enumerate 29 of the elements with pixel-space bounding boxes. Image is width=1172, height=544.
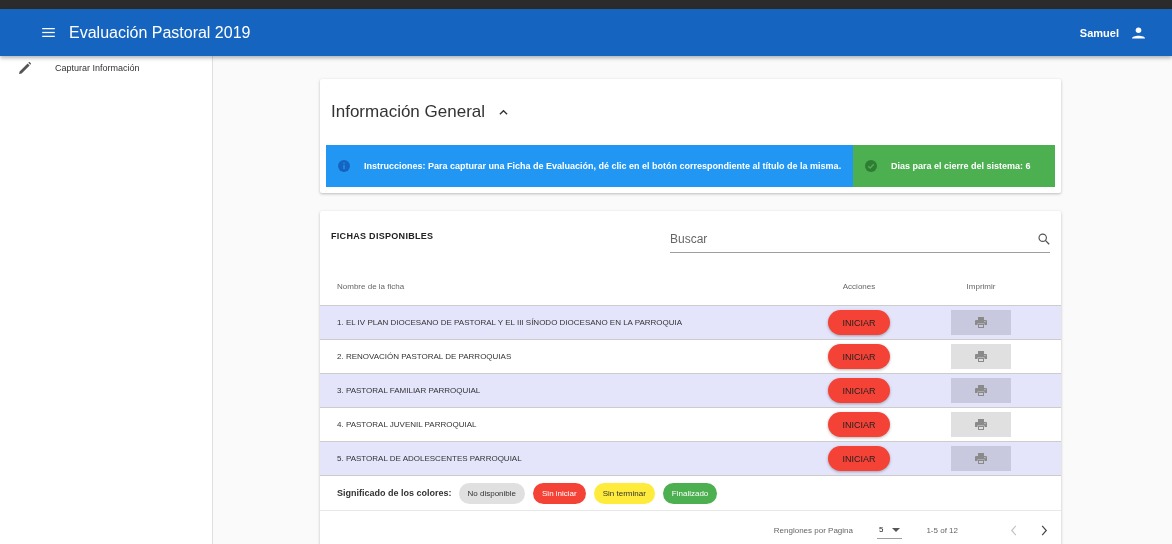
start-button[interactable]: INICIAR — [828, 344, 890, 369]
days-text: Dias para el cierre del sistema: 6 — [891, 161, 1031, 171]
table-cell-text: 1. EL IV PLAN DIOCESANO DE PASTORAL Y EL III SÍNODO DIOCESANO EN LA PARROQUIA — [337, 318, 684, 327]
start-button[interactable]: INICIAR — [828, 310, 890, 335]
sidebar-item[interactable]: Capturar Información — [0, 52, 212, 84]
column-header: Acciones — [841, 281, 877, 291]
app-title: Evaluación Pastoral 2019 — [69, 23, 251, 42]
column-header: Nombre de la ficha — [337, 281, 406, 291]
legend-chip: Sin iniciar — [533, 482, 586, 504]
start-button[interactable]: INICIAR — [828, 412, 890, 437]
rows-per-page-label: Renglones por Pagina — [773, 525, 853, 535]
legend-chip: No disponible — [458, 482, 525, 504]
start-button[interactable]: INICIAR — [828, 446, 890, 471]
table-cell-text: 3. PASTORAL FAMILIAR PARROQUIAL — [337, 386, 482, 395]
start-button[interactable]: INICIAR — [828, 378, 890, 403]
column-header: Imprimir — [965, 281, 997, 291]
legend-chip: Finalizado — [662, 482, 718, 504]
search-field[interactable]: Buscar — [670, 227, 1038, 250]
page-range: 1-5 of 12 — [926, 525, 958, 535]
table-cell-text: 4. PASTORAL JUVENIL PARROQUIAL — [337, 420, 478, 429]
info-text: Instrucciones: Para capturar una Ficha de Evaluación, dé clic en el botón correspondiente al título de la misma. — [364, 161, 842, 171]
table-cell-text: 5. PASTORAL DE ADOLESCENTES PARROQUIAL — [337, 454, 523, 463]
section-title: Información General — [331, 102, 486, 122]
table-title: FICHAS DISPONIBLES — [331, 231, 434, 241]
table-cell-text: 2. RENOVACIÓN PASTORAL DE PARROQUIAS — [337, 352, 513, 361]
user-name: Samuel — [1079, 26, 1119, 39]
rows-per-page-select[interactable]: 5 — [876, 521, 903, 539]
legend-chip: Sin terminar — [593, 482, 655, 504]
legend-label: Significado de los colores: — [337, 488, 452, 498]
